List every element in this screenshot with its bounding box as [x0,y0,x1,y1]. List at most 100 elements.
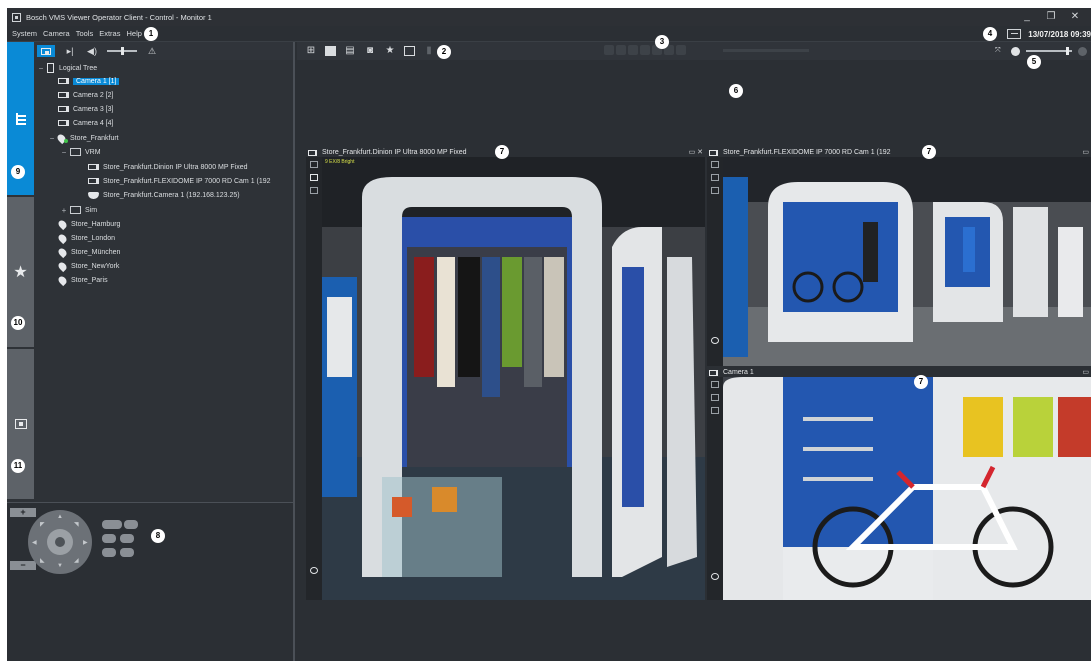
tree-item-camera-1[interactable]: Camera 1 [1] [58,75,120,87]
minimize-button[interactable]: _ [1015,8,1039,26]
collapse-icon[interactable]: − [60,148,68,157]
tree-item-store-munchen[interactable]: Store_München [56,246,120,258]
print-icon[interactable]: ▤ [344,46,356,56]
volume-slider[interactable] [107,47,137,55]
snapshot-icon[interactable]: ◙ [364,46,376,56]
pane-3-title-bar[interactable]: Camera 1 ▭ [707,368,1091,377]
pane-3-video[interactable] [723,377,1091,600]
pane-1-video[interactable]: 9 EX/8 Bright [322,157,705,600]
tree-item-camera-2[interactable]: Camera 2 [2] [58,89,113,101]
fit-to-window-icon[interactable]: ⤧ [995,47,1005,55]
location-pin-icon [56,260,69,272]
tree-root[interactable]: − Logical Tree [37,62,97,74]
status-info: 13/07/2018 09:39 [1007,26,1091,42]
tab-live-views[interactable] [7,349,34,499]
menu-tools[interactable]: Tools [76,29,94,38]
menu-camera[interactable]: Camera [43,29,70,38]
arrow-right-icon[interactable]: ▶ [83,539,88,546]
skip-back-icon[interactable] [604,45,614,55]
pane-audio-icon[interactable] [711,337,719,344]
pane-zoom-slider[interactable] [1026,47,1072,55]
preset-button[interactable] [102,548,116,557]
pane-alarm-icon[interactable] [310,187,318,194]
alarm-icon[interactable]: ⚠ [145,45,159,57]
tree-item-store-london[interactable]: Store_London [56,232,115,244]
pane-alarm-icon[interactable] [711,407,719,414]
tree-item-store-paris[interactable]: Store_Paris [56,274,108,286]
arrow-down-right-icon[interactable]: ◢ [74,557,79,564]
pane-2-title-bar[interactable]: Store_Frankfurt.FLEXIDOME IP 7000 RD Cam… [707,148,1091,157]
ptz-joystick[interactable]: ▲ ▼ ◀ ▶ ◤ ◥ ◣ ◢ [28,510,92,574]
full-screen-icon[interactable] [325,46,336,56]
expand-icon[interactable]: + [60,206,68,215]
pane-2-controls[interactable]: ▭ [1082,148,1089,156]
zoom-in-button[interactable]: + [10,508,36,517]
pane-1-controls[interactable]: ▭ ✕ [689,148,703,156]
pane-maximize-icon[interactable] [310,174,318,181]
tree-item-store-newyork[interactable]: Store_NewYork [56,260,119,272]
restore-button[interactable]: ❐ [1039,8,1063,26]
focus-far-button[interactable] [124,520,138,529]
focus-near-button[interactable] [102,520,122,529]
time-line-icon[interactable] [1007,29,1022,39]
tree-item-dinion[interactable]: Store_Frankfurt.Dinion IP Ultra 8000 MP … [88,161,247,173]
pane-maximize-icon[interactable] [711,394,719,401]
menu-extras[interactable]: Extras [99,29,120,38]
tree-item-camera-3[interactable]: Camera 3 [3] [58,103,113,115]
step-back-icon[interactable] [616,45,626,55]
arrow-down-icon[interactable]: ▼ [57,563,63,569]
live-camera-icon[interactable] [37,45,55,57]
aux-command-button[interactable] [120,548,134,557]
pane-alarm-icon[interactable] [711,187,719,194]
pane-pattern-icon[interactable]: ⊞ [305,46,317,56]
instant-playback-icon[interactable]: ▸| [63,45,77,57]
pause-icon[interactable] [640,45,650,55]
tree-item-sim[interactable]: + Sim [60,204,97,216]
ptz-center-button[interactable] [47,529,73,555]
star-icon: ★ [13,264,28,281]
arrow-left-icon[interactable]: ◀ [32,539,37,546]
tree-item-camera-4[interactable]: Camera 4 [4] [58,117,113,129]
iris-close-button[interactable] [102,534,116,543]
microphone-icon[interactable]: ▮ [423,46,435,56]
skip-forward-icon[interactable] [676,45,686,55]
tree-item-label: VRM [85,148,101,156]
pane-ptz-icon[interactable] [310,161,318,168]
reverse-play-icon[interactable] [628,45,638,55]
camera-icon [58,78,69,84]
speaker-icon[interactable]: ◀) [85,45,99,57]
tree-item-store-hamburg[interactable]: Store_Hamburg [56,218,120,230]
arrow-up-icon[interactable]: ▲ [57,514,63,520]
speed-slider[interactable] [723,49,809,52]
pane-3-controls[interactable]: ▭ [1082,368,1089,376]
iris-open-button[interactable] [120,534,134,543]
tree-item-store-frankfurt[interactable]: − Store_Frankfurt [48,132,119,144]
location-pin-icon [56,274,69,286]
pane-ptz-icon[interactable] [711,381,719,388]
arrow-up-right-icon[interactable]: ◥ [74,521,79,528]
zoom-out-icon[interactable] [1011,46,1020,56]
menu-system[interactable]: System [12,29,37,38]
pane-maximize-icon[interactable] [711,174,719,181]
tree-item-label: Camera 1 [1] [73,77,120,85]
pane-ptz-icon[interactable] [711,161,719,168]
arrow-up-left-icon[interactable]: ◤ [40,521,45,528]
close-button[interactable]: ✕ [1063,8,1087,26]
tree-item-flexidome[interactable]: Store_Frankfurt.FLEXIDOME IP 7000 RD Cam… [88,175,271,187]
pane-audio-icon[interactable] [310,567,318,574]
pane-audio-icon[interactable] [711,573,719,580]
zoom-in-icon[interactable] [1078,46,1087,56]
tree-item-vrm[interactable]: − VRM [60,146,101,158]
callout-9: 9 [11,165,25,179]
tree-item-frankfurt-camera-1[interactable]: Store_Frankfurt.Camera 1 (192.168.123.25… [88,189,240,201]
bookmark-icon[interactable] [404,46,415,56]
tree-item-label: Store_Frankfurt.Camera 1 (192.168.123.25… [103,191,240,199]
pane-2-video[interactable] [723,157,1091,366]
menu-help[interactable]: Help [126,29,141,38]
collapse-icon[interactable]: − [48,134,56,143]
collapse-icon[interactable]: − [37,64,45,73]
arrow-down-left-icon[interactable]: ◣ [40,557,45,564]
favorite-star-icon[interactable]: ★ [384,46,396,56]
callout-10: 10 [11,316,25,330]
zoom-out-button[interactable]: − [10,561,36,570]
